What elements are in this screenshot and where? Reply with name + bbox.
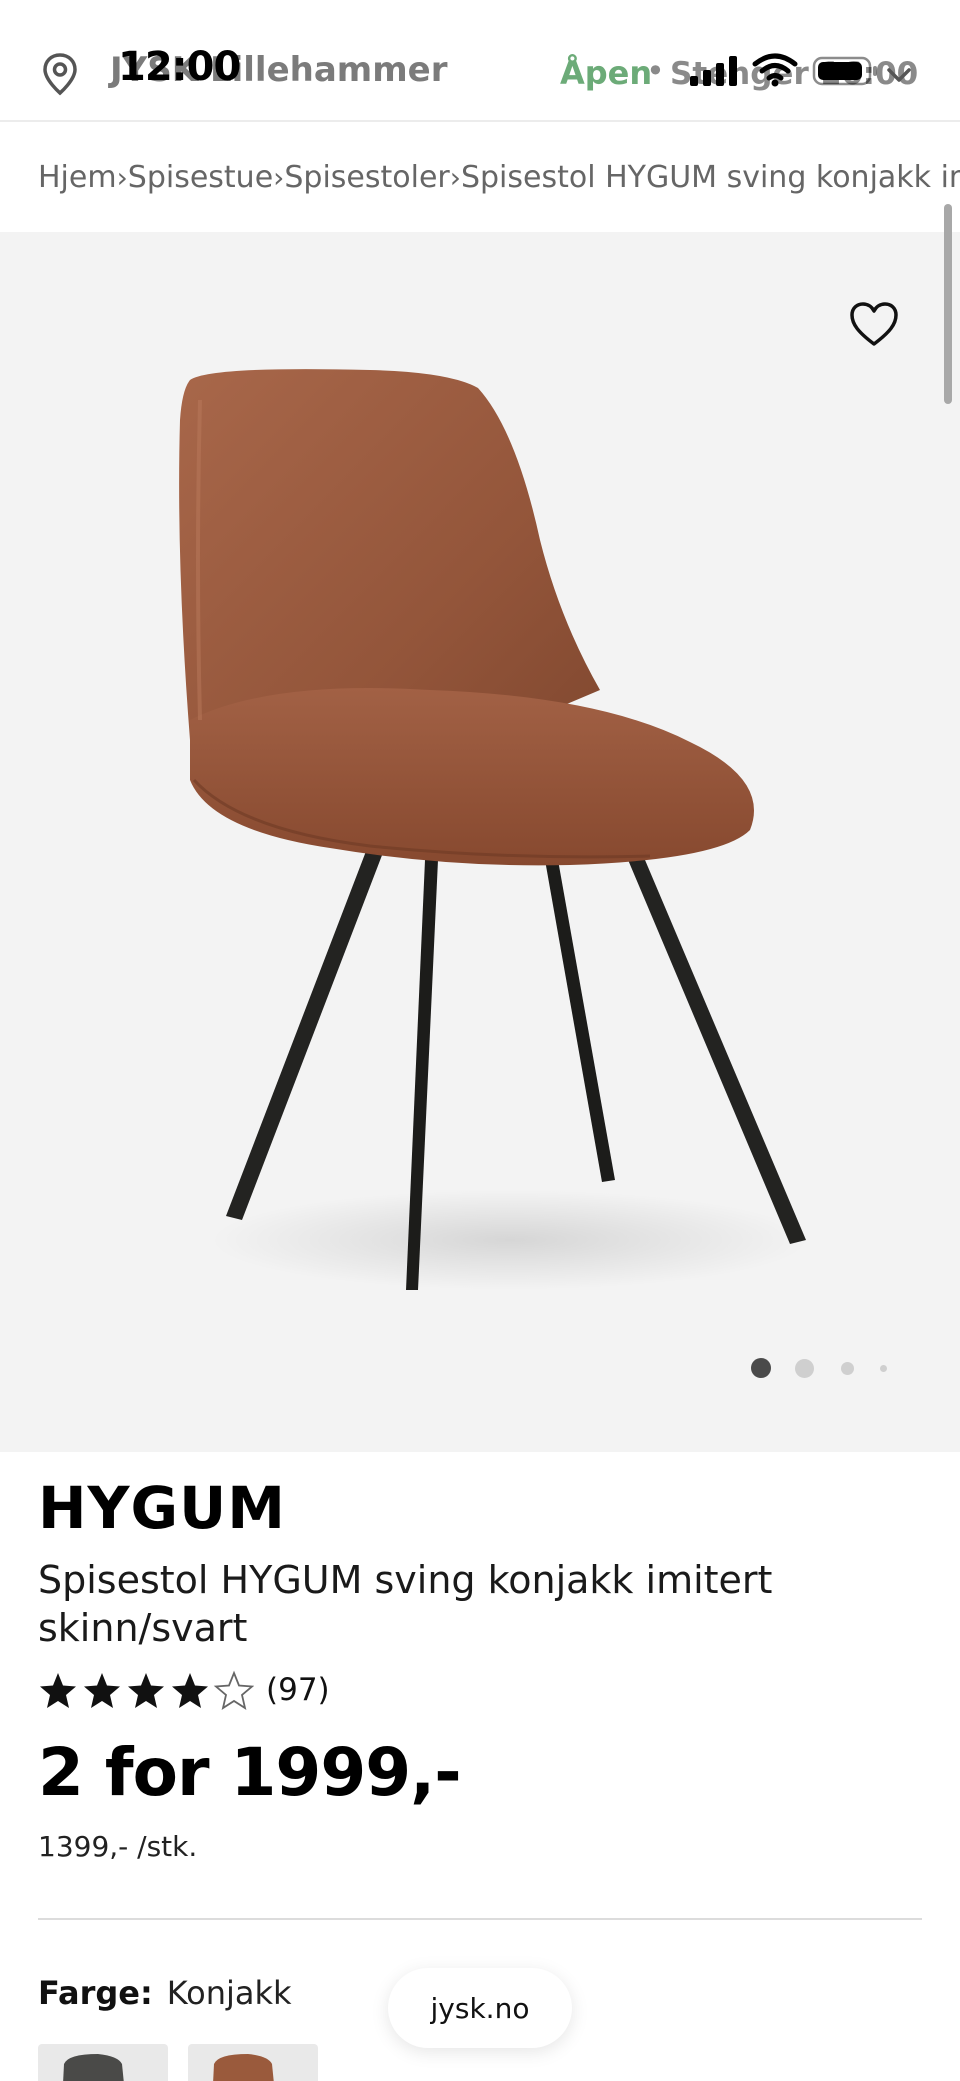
breadcrumb-separator: › [273, 160, 285, 194]
chevron-down-icon[interactable] [884, 60, 914, 90]
color-label: Farge: [38, 1974, 153, 2012]
store-separator: • [646, 52, 665, 90]
unit-price: 1399,- /stk. [38, 1830, 198, 1863]
wifi-icon [752, 53, 798, 87]
status-time: 12:00 [118, 44, 241, 90]
product-title: Spisestol HYGUM sving konjakk imitert sk… [38, 1558, 773, 1650]
product-image [179, 369, 810, 1290]
gallery-dot[interactable] [841, 1362, 854, 1375]
product-brand: HYGUM [38, 1474, 286, 1542]
breadcrumb-item-dining[interactable]: Spisestue [128, 160, 273, 195]
breadcrumb-separator: › [116, 160, 128, 194]
gallery-dot-active[interactable] [751, 1358, 771, 1378]
rating-stars-icon [40, 1672, 253, 1709]
breadcrumb-item-home[interactable]: Hjem [38, 160, 117, 195]
rating-count: (97) [266, 1672, 330, 1708]
gallery-dot[interactable] [880, 1365, 887, 1372]
color-swatch-black[interactable] [38, 2044, 168, 2081]
breadcrumb-item-dining-chairs[interactable]: Spisestoler [284, 160, 449, 195]
location-pin-icon [43, 53, 77, 96]
store-open-status: Åpen [560, 54, 653, 92]
color-swatch-cognac[interactable] [188, 2044, 318, 2081]
battery-icon [812, 56, 877, 86]
swatch-cognac-image [213, 2054, 274, 2081]
breadcrumb-item-current: Spisestol HYGUM sving konjakk imitert sk… [460, 159, 960, 195]
product-rating[interactable]: (97) [38, 1668, 330, 1712]
color-value: Konjakk [166, 1974, 292, 2012]
breadcrumb-separator: › [449, 160, 461, 194]
divider [38, 1918, 922, 1920]
breadcrumb: Hjem › Spisestue › Spisestoler › Spisest… [38, 152, 960, 202]
product-price: 2 for 1999,- [38, 1734, 462, 1811]
color-selector-label: Farge: Konjakk [38, 1974, 292, 2012]
heart-icon[interactable] [848, 300, 900, 350]
scrollbar[interactable] [944, 204, 952, 404]
gallery-dot[interactable] [795, 1359, 814, 1378]
gallery-pagination [0, 1358, 960, 1382]
swatch-black-image [63, 2054, 124, 2081]
browser-url-pill[interactable]: jysk.no [388, 1968, 572, 2048]
cellular-signal-icon [690, 56, 737, 86]
